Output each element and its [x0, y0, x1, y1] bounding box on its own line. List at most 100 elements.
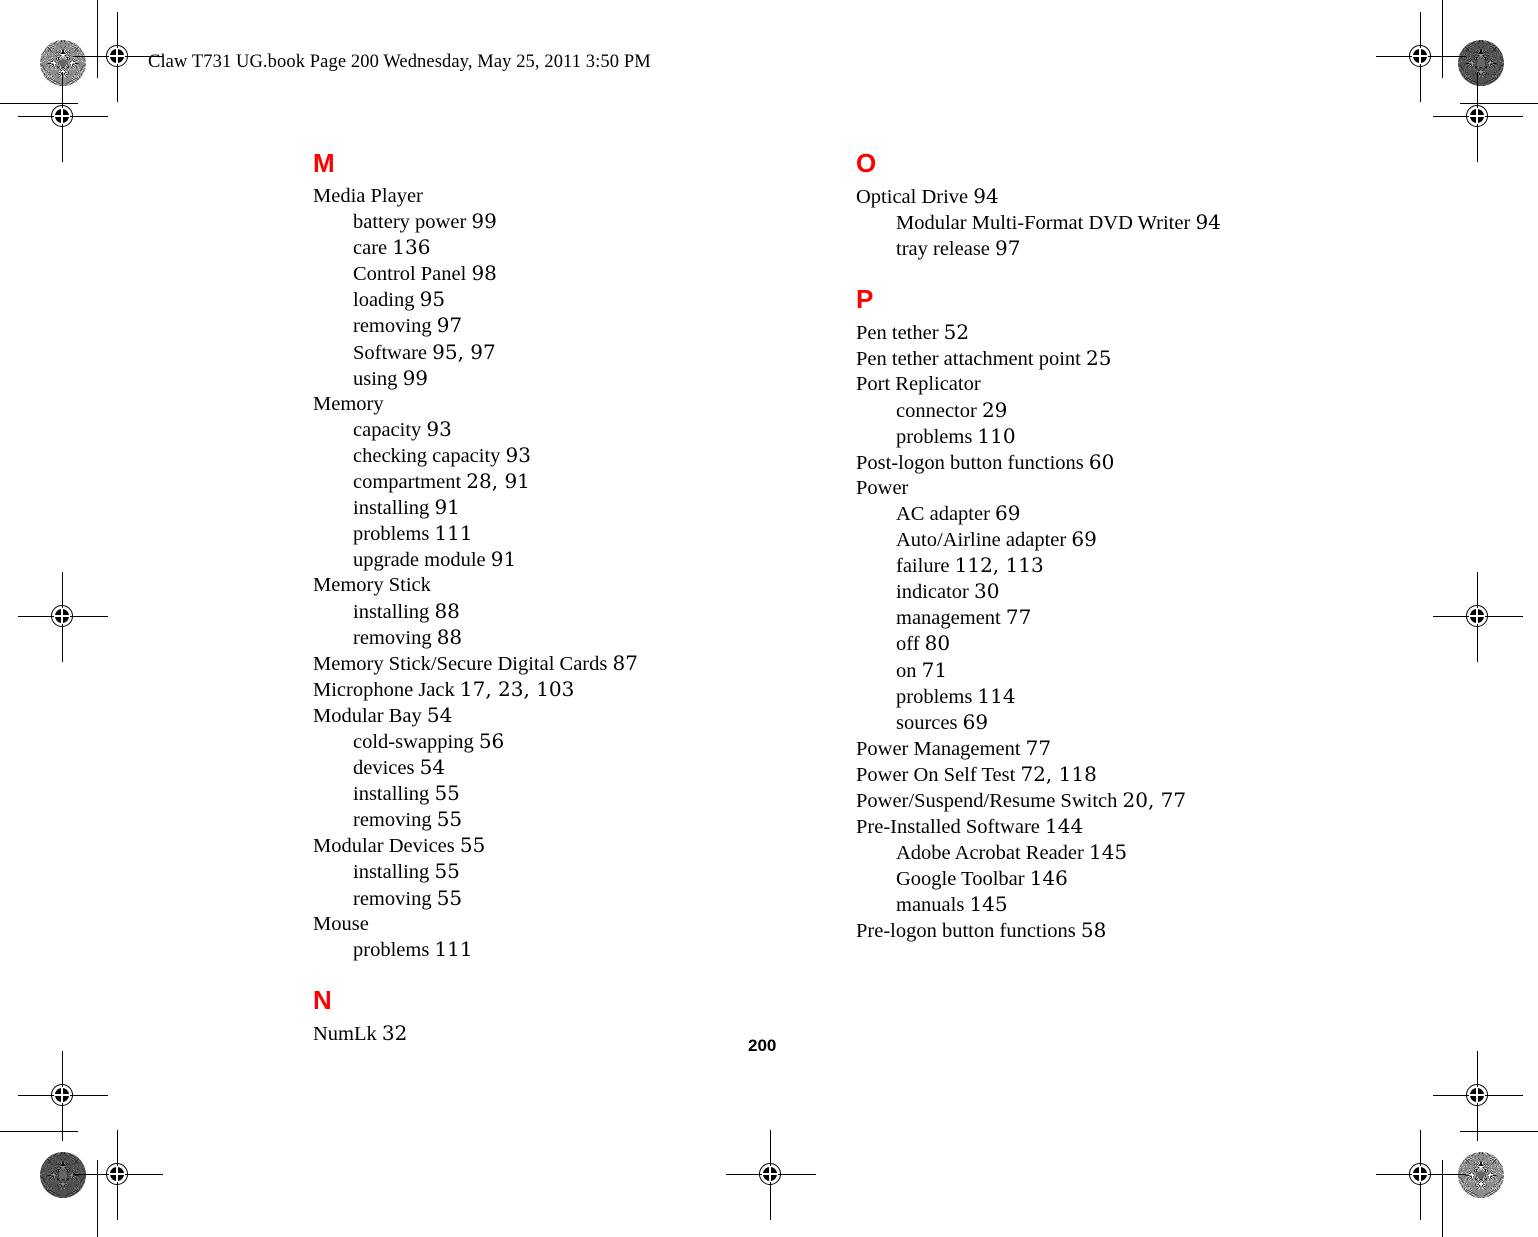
index-entry: Pen tether attachment point 25	[856, 346, 1376, 372]
index-entry-page-numbers[interactable]: 144	[1045, 814, 1083, 838]
index-letter-heading: M	[313, 148, 335, 178]
index-entry-page-numbers[interactable]: 80	[925, 631, 950, 655]
index-entry-term: problems	[353, 938, 430, 961]
index-entry-page-numbers[interactable]: 99	[471, 209, 496, 233]
index-entry-page-numbers[interactable]: 95	[420, 287, 445, 311]
index-entry-term: on	[896, 659, 917, 682]
index-entry-page-numbers[interactable]: 60	[1089, 450, 1114, 474]
index-entry-term: management	[896, 607, 1001, 630]
index-letter-heading: N	[313, 984, 332, 1015]
index-entry: Pen tether 52	[856, 320, 1376, 346]
index-subentry: cold-swapping 56	[313, 729, 833, 755]
index-subentry: Google Toolbar 146	[856, 866, 1376, 892]
index-entry-term: Pen tether attachment point	[856, 348, 1081, 371]
index-entry-page-numbers[interactable]: 54	[420, 755, 445, 779]
index-entry: Post-logon button functions 60	[856, 450, 1376, 476]
index-entry: Media Player	[313, 184, 833, 209]
index-entry-page-numbers[interactable]: 88	[434, 599, 459, 623]
index-entry-page-numbers[interactable]: 25	[1086, 346, 1111, 370]
index-entry-page-numbers[interactable]: 99	[403, 366, 428, 390]
index-entry-page-numbers[interactable]: 77	[1006, 605, 1031, 629]
index-entry-page-numbers[interactable]: 88	[437, 625, 462, 649]
index-entry-term: removing	[353, 626, 432, 649]
index-entry-page-numbers[interactable]: 114	[977, 684, 1015, 708]
index-entry-page-numbers[interactable]: 112, 113	[955, 553, 1044, 577]
index-entry-page-numbers[interactable]: 94	[973, 184, 998, 208]
index-entry-page-numbers[interactable]: 55	[437, 886, 462, 910]
index-subentry: care 136	[313, 235, 833, 261]
index-entry-page-numbers[interactable]: 110	[977, 424, 1015, 448]
index-entry-page-numbers[interactable]: 136	[392, 235, 430, 259]
index-entry-page-numbers[interactable]: 111	[434, 521, 472, 545]
index-entry-term: devices	[353, 757, 415, 780]
index-subentry: upgrade module 91	[313, 547, 833, 573]
index-entry-term: Port Replicator	[856, 373, 981, 396]
index-entry-page-numbers[interactable]: 55	[434, 781, 459, 805]
index-entry: Port Replicator	[856, 372, 1376, 397]
index-entry: Power	[856, 476, 1376, 501]
index-entry-term: compartment	[353, 471, 462, 494]
index-entry-page-numbers[interactable]: 93	[426, 417, 451, 441]
index-subentry: AC adapter 69	[856, 501, 1376, 527]
index-entry-page-numbers[interactable]: 17, 23, 103	[460, 677, 575, 701]
index-entry-page-numbers[interactable]: 69	[1071, 527, 1096, 551]
index-subentry: Adobe Acrobat Reader 145	[856, 840, 1376, 866]
index-entry-term: Modular Devices	[313, 835, 455, 858]
index-entry-page-numbers[interactable]: 94	[1195, 210, 1220, 234]
index-entry-page-numbers[interactable]: 30	[974, 579, 999, 603]
index-subentry: failure 112, 113	[856, 553, 1376, 579]
index-entry-page-numbers[interactable]: 145	[969, 892, 1007, 916]
index-entry-term: Memory Stick	[313, 574, 431, 597]
index-entry-term: Control Panel	[353, 263, 467, 286]
index-entry-page-numbers[interactable]: 29	[982, 398, 1007, 422]
index-entry-page-numbers[interactable]: 97	[995, 236, 1020, 260]
index-entry-term: Microphone Jack	[313, 678, 455, 701]
index-subentry: installing 55	[313, 781, 833, 807]
index-entry-page-numbers[interactable]: 72, 118	[1020, 762, 1096, 786]
index-entry-page-numbers[interactable]: 111	[434, 937, 472, 961]
index-subentry: indicator 30	[856, 579, 1376, 605]
index-entry-page-numbers[interactable]: 54	[427, 703, 452, 727]
index-subentry: tray release 97	[856, 236, 1376, 262]
index-entry-page-numbers[interactable]: 55	[437, 807, 462, 831]
index-entry-page-numbers[interactable]: 69	[963, 710, 988, 734]
index-subentry: Modular Multi-Format DVD Writer 94	[856, 210, 1376, 236]
index-entry-page-numbers[interactable]: 91	[491, 547, 516, 571]
index-entry-page-numbers[interactable]: 93	[506, 443, 531, 467]
index-entry-page-numbers[interactable]: 97	[437, 313, 462, 337]
index-entry-page-numbers[interactable]: 20, 77	[1123, 788, 1187, 812]
index-entry-page-numbers[interactable]: 145	[1089, 840, 1127, 864]
index-entry-page-numbers[interactable]: 91	[434, 495, 459, 519]
index-entry-page-numbers[interactable]: 87	[612, 651, 637, 675]
index-entry-page-numbers[interactable]: 146	[1030, 866, 1068, 890]
index-subentry: manuals 145	[856, 892, 1376, 918]
index-entry-term: Media Player	[313, 185, 423, 207]
index-entry: Power/Suspend/Resume Switch 20, 77	[856, 788, 1376, 814]
index-entry-page-numbers[interactable]: 98	[471, 261, 496, 285]
index-subentry: installing 91	[313, 495, 833, 521]
index-entry-page-numbers[interactable]: 52	[944, 320, 969, 344]
index-subentry: using 99	[313, 366, 833, 392]
index-entry-page-numbers[interactable]: 32	[382, 1021, 407, 1045]
index-entry-term: installing	[353, 861, 430, 884]
index-entry-term: Power	[856, 476, 909, 499]
index-entry-term: removing	[353, 887, 432, 910]
index-entry-term: Auto/Airline adapter	[896, 529, 1067, 552]
index-entry-page-numbers[interactable]: 28, 91	[466, 469, 530, 493]
index-entry-page-numbers[interactable]: 58	[1081, 918, 1106, 942]
index-subentry: Auto/Airline adapter 69	[856, 527, 1376, 553]
index-entry-page-numbers[interactable]: 55	[460, 833, 485, 857]
index-letter-group: O Optical Drive 94 Modular Multi-Format DV…	[856, 148, 1376, 262]
index-entry-term: Optical Drive	[856, 186, 969, 208]
index-entry-page-numbers[interactable]: 69	[995, 501, 1020, 525]
index-entry-page-numbers[interactable]: 77	[1026, 736, 1051, 760]
index-entry-page-numbers[interactable]: 71	[922, 658, 947, 682]
index-entry-term: Post-logon button functions	[856, 451, 1084, 474]
index-entry-page-numbers[interactable]: 95, 97	[432, 340, 496, 364]
index-entry-page-numbers[interactable]: 55	[434, 859, 459, 883]
index-entry-page-numbers[interactable]: 56	[479, 729, 504, 753]
index-entry-term: Memory Stick/Secure Digital Cards	[313, 652, 608, 675]
index-subentry: loading 95	[313, 287, 833, 313]
index-entry: Memory	[313, 392, 833, 417]
index-entry: Memory Stick/Secure Digital Cards 87	[313, 651, 833, 677]
